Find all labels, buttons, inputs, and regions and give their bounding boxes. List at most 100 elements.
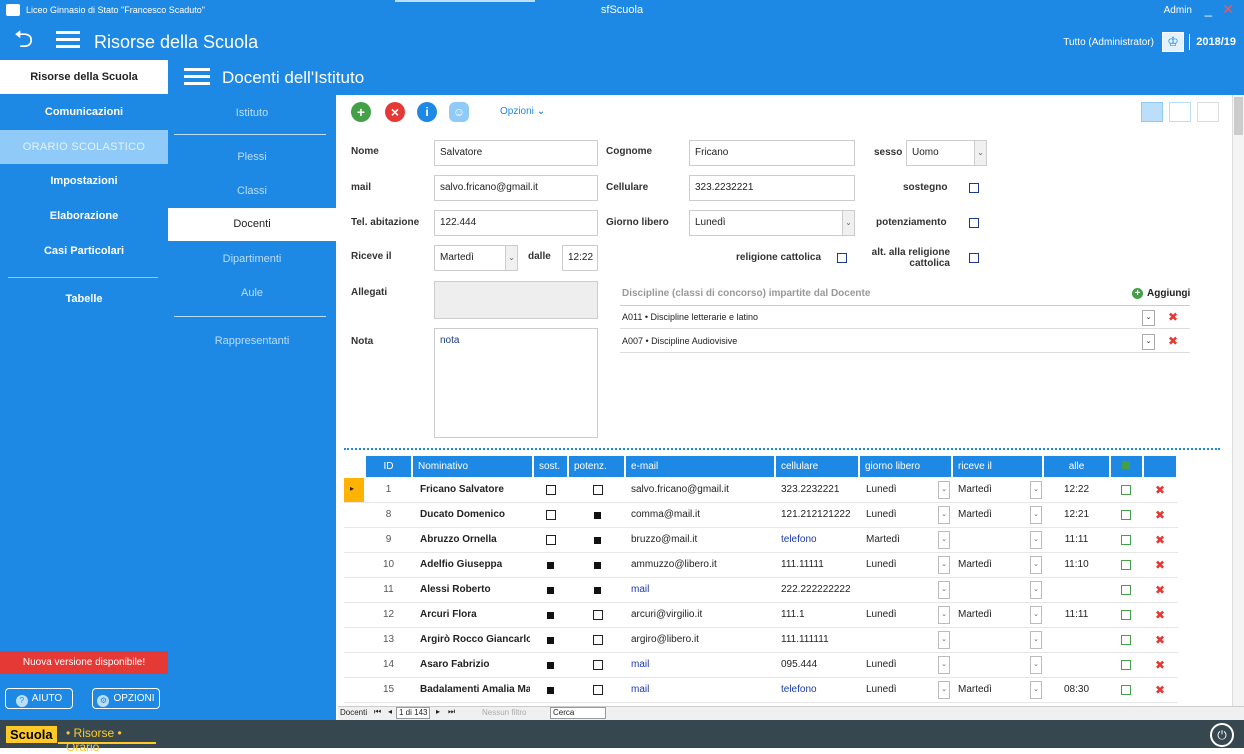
menu-icon[interactable] — [56, 31, 80, 49]
subnav-aule[interactable]: Aule — [168, 277, 336, 310]
panel-menu-icon[interactable] — [184, 68, 210, 86]
sost-checkbox[interactable] — [547, 587, 554, 594]
cell-email[interactable]: argiro@libero.it — [631, 628, 771, 652]
potenz-checkbox[interactable] — [593, 485, 603, 495]
chevron-down-icon[interactable]: ⌄ — [938, 506, 950, 524]
table-row[interactable]: 10 Adelfio Giuseppa ammuzzo@libero.it 111.1… — [344, 553, 1178, 578]
options-button[interactable]: ⚙ OPZIONI — [92, 688, 160, 709]
new-version-banner[interactable]: Nuova versione disponibile! — [0, 651, 168, 674]
scrollbar-thumb[interactable] — [1234, 97, 1243, 135]
delete-icon[interactable]: ✖ — [1155, 528, 1165, 552]
cell-alle[interactable]: 11:11 — [1044, 603, 1109, 627]
row-select-checkbox[interactable] — [1121, 635, 1131, 645]
chevron-down-icon[interactable]: ⌄ — [938, 656, 950, 674]
minimize-icon[interactable]: _ — [1205, 2, 1212, 17]
chevron-down-icon[interactable]: ⌄ — [1142, 310, 1155, 326]
allegati-box[interactable] — [434, 281, 598, 319]
options-menu[interactable]: Opzioni ⌄ — [500, 106, 545, 117]
filter-status[interactable]: Nessun filtro — [482, 708, 526, 717]
sidebar-item-elaborazione[interactable]: Elaborazione — [0, 199, 168, 233]
cell-cellulare[interactable]: telefono — [781, 678, 859, 702]
form-view-icon[interactable] — [1141, 102, 1163, 122]
table-row[interactable]: 11 Alessi Roberto mail 222.222222222 ⌄ ⌄ ✖ — [344, 578, 1178, 603]
subnav-classi[interactable]: Classi — [168, 175, 336, 208]
chevron-down-icon[interactable]: ⌄ — [1030, 531, 1042, 549]
help-button[interactable]: ? AIUTO — [5, 688, 73, 709]
cell-cellulare[interactable]: 111.1 — [781, 603, 859, 627]
cognome-field[interactable]: Fricano — [689, 140, 855, 166]
subnav-dipartimenti[interactable]: Dipartimenti — [168, 243, 336, 276]
user-photo-icon[interactable]: ☺ — [449, 102, 469, 122]
cell-alle[interactable]: 12:21 — [1044, 503, 1109, 527]
cell-email[interactable]: comma@mail.it — [631, 503, 771, 527]
brand-sub[interactable]: • Risorse • Orario — [58, 726, 156, 754]
col-nominativo[interactable]: Nominativo — [413, 456, 532, 477]
info-icon[interactable]: i — [417, 102, 437, 122]
discipline-row[interactable]: A007 • Discipline Audiovisive ⌄ ✖ — [620, 330, 1190, 353]
riceve-select[interactable]: Martedì ⌄ — [434, 245, 518, 271]
add-discipline-button[interactable]: + Aggiungi — [1132, 288, 1190, 299]
cell-cellulare[interactable]: telefono — [781, 528, 859, 552]
chevron-down-icon[interactable]: ⌄ — [938, 581, 950, 599]
cell-giorno[interactable]: Lunedì — [866, 603, 936, 627]
col-potenz[interactable]: potenz. — [569, 456, 624, 477]
mail-field[interactable]: salvo.fricano@gmail.it — [434, 175, 598, 201]
col-alle[interactable]: alle — [1044, 456, 1109, 477]
delete-icon[interactable]: ✖ — [1155, 553, 1165, 577]
col-sost[interactable]: sost. — [534, 456, 567, 477]
row-select-checkbox[interactable] — [1121, 585, 1131, 595]
cellulare-field[interactable]: 323.2232221 — [689, 175, 855, 201]
chevron-down-icon[interactable]: ⌄ — [1030, 631, 1042, 649]
subnav-plessi[interactable]: Plessi — [168, 141, 336, 174]
chevron-down-icon[interactable]: ⌄ — [938, 556, 950, 574]
cell-email[interactable]: arcuri@virgilio.it — [631, 603, 771, 627]
cell-riceve[interactable]: Martedì — [958, 478, 1028, 502]
religione-checkbox[interactable] — [837, 253, 847, 263]
cell-riceve[interactable] — [958, 528, 1028, 552]
sost-checkbox[interactable] — [547, 637, 554, 644]
table-row[interactable]: ▸ 1 Fricano Salvatore salvo.fricano@gmail.i… — [344, 478, 1178, 503]
table-row[interactable]: 12 Arcuri Flora arcuri@virgilio.it 111.1 Lun… — [344, 603, 1178, 628]
chevron-down-icon[interactable]: ⌄ — [938, 631, 950, 649]
cell-email[interactable]: bruzzo@mail.it — [631, 528, 771, 552]
close-icon[interactable]: ✕ — [1222, 1, 1234, 18]
cell-alle[interactable]: 11:11 — [1044, 528, 1109, 552]
row-select-checkbox[interactable] — [1121, 660, 1131, 670]
nota-field[interactable]: nota — [434, 328, 598, 438]
cell-cellulare[interactable]: 323.2232221 — [781, 478, 859, 502]
subnav-istituto[interactable]: Istituto — [168, 97, 336, 130]
cell-giorno[interactable] — [866, 578, 936, 602]
chevron-down-icon[interactable]: ⌄ — [1030, 556, 1042, 574]
giorno-select[interactable]: Lunedì ⌄ — [689, 210, 855, 236]
row-select-checkbox[interactable] — [1121, 610, 1131, 620]
sost-checkbox[interactable] — [547, 662, 554, 669]
table-row[interactable]: 15 Badalamenti Amalia Ma mail telefono Luned… — [344, 678, 1178, 703]
chevron-down-icon[interactable]: ⌄ — [1030, 656, 1042, 674]
tel-field[interactable]: 122.444 — [434, 210, 598, 236]
table-row[interactable]: 14 Asaro Fabrizio mail 095.444 Lunedì ⌄ ⌄ ✖ — [344, 653, 1178, 678]
table-row[interactable]: 13 Argirò Rocco Giancarlo argiro@libero.it… — [344, 628, 1178, 653]
back-icon[interactable]: ⮌ — [14, 28, 33, 52]
delete-icon[interactable]: ✖ — [1155, 678, 1165, 702]
sidebar-item-comunicazioni[interactable]: Comunicazioni — [0, 95, 168, 129]
delete-icon[interactable]: ✖ — [1168, 306, 1178, 329]
cell-giorno[interactable]: Lunedì — [866, 478, 936, 502]
sost-checkbox[interactable] — [546, 510, 556, 520]
cell-cellulare[interactable]: 111.11111 — [781, 553, 859, 577]
chevron-down-icon[interactable]: ⌄ — [1030, 506, 1042, 524]
potenziamento-checkbox[interactable] — [969, 218, 979, 228]
potenz-checkbox[interactable] — [594, 512, 601, 519]
cell-email[interactable]: mail — [631, 578, 771, 602]
cell-email[interactable]: mail — [631, 678, 771, 702]
row-select-checkbox[interactable] — [1121, 485, 1131, 495]
next-record-icon[interactable]: ▸ — [436, 707, 440, 716]
cell-giorno[interactable]: Lunedì — [866, 553, 936, 577]
potenz-checkbox[interactable] — [594, 537, 601, 544]
col-giorno[interactable]: giorno libero — [860, 456, 951, 477]
cell-alle[interactable]: 12:22 — [1044, 478, 1109, 502]
delete-icon[interactable]: ✖ — [1155, 603, 1165, 627]
sost-checkbox[interactable] — [547, 562, 554, 569]
potenz-checkbox[interactable] — [593, 685, 603, 695]
cell-riceve[interactable]: Martedì — [958, 553, 1028, 577]
potenz-checkbox[interactable] — [593, 610, 603, 620]
